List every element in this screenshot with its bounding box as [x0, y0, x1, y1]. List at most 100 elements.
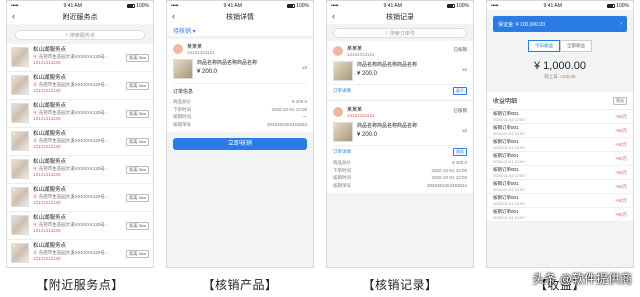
status-bar: ••••• 9:41 AM 100% — [7, 1, 153, 10]
earnings-row[interactable]: 核销订单001 2020-01-01 12:00 +50元 — [487, 124, 633, 138]
signal-icon: ••••• — [171, 2, 179, 9]
service-point-info: 松山湖服务点 ⦿ 东莞市生态园大道XXXXXX120号... 13131313130 — [33, 187, 109, 207]
service-point-image — [11, 103, 29, 123]
service-point-info: 松山湖服务点 ⦿ 东莞市生态园大道XXXXXX120号... 13131313130 — [33, 131, 109, 151]
expand-button[interactable]: 展开 — [453, 87, 467, 95]
tab-today[interactable]: 今日收益 — [528, 40, 560, 52]
filter-button[interactable]: 筛选 — [613, 96, 627, 105]
info-value: 3045353453453534 — [426, 182, 467, 188]
order-detail-link[interactable]: 订单详情 — [333, 149, 351, 155]
customer-phone: 13131313131 — [347, 113, 375, 118]
back-icon[interactable]: ‹ — [12, 12, 15, 21]
goods-image — [333, 61, 353, 81]
earnings-row-date: 2020-01-01 12:00 — [493, 200, 525, 206]
earnings-compare: 较上日 +100.00 — [544, 74, 576, 79]
record-status: 已核销 — [453, 47, 468, 52]
earnings-row[interactable]: 核销订单001 2020-01-01 12:00 +50元 — [487, 208, 633, 222]
distance-badge[interactable]: 距离 2km — [126, 222, 149, 230]
service-point-image — [11, 243, 29, 263]
service-point-info: 松山湖服务点 ⦿ 东莞市生态园大道XXXXXX120号... 13131313130 — [33, 75, 109, 95]
service-point-phone: 13131313130 — [33, 200, 61, 205]
goods-name: 商品名称商品名称商品名称 — [357, 62, 418, 68]
battery-icon: 100% — [447, 3, 469, 9]
goods-qty: x2 — [462, 67, 467, 72]
status-bar: ••••• 9:41 AM 100% — [327, 1, 473, 10]
goods-price: ¥ 200.0 — [357, 71, 378, 77]
distance-badge[interactable]: 距离 2km — [126, 166, 149, 174]
service-point-phone: 13131313130 — [33, 116, 61, 121]
service-point-phone: 13131313130 — [33, 144, 61, 149]
service-point-row[interactable]: 松山湖服务点 ⦿ 东莞市生态园大道XXXXXX120号... 13131313130… — [7, 100, 153, 128]
distance-badge[interactable]: 距离 2km — [126, 250, 149, 258]
service-point-image — [11, 187, 29, 207]
goods-item: 商品名称商品名称商品名称 ¥ 200.0 x2 — [333, 122, 467, 142]
deposit-banner[interactable]: 保证金: ¥ 100,000.00 › — [493, 16, 627, 32]
address-text: 东莞市生态园大道XXXXXX120号... — [38, 109, 109, 115]
address-text: 东莞市生态园大道XXXXXX120号... — [38, 193, 109, 199]
order-card: 某某某 13131313131 商品名称商品名称商品名称 ¥ 200.0 x2 … — [167, 39, 313, 132]
earnings-row-info: 核销订单001 2020-01-01 12:00 — [493, 181, 525, 192]
service-point-row[interactable]: 松山湖服务点 ⦿ 东莞市生态园大道XXXXXX120号... 13131313130… — [7, 44, 153, 72]
earnings-row-info: 核销订单001 2020-01-01 12:00 — [493, 167, 525, 178]
record-card: 某某某 13131313131 已核销 商品名称商品名称商品名称 ¥ 200.0… — [327, 41, 473, 99]
distance-badge[interactable]: 距离 2km — [126, 194, 149, 202]
distance-badge[interactable]: 距离 2km — [126, 82, 149, 90]
search-input[interactable]: ⌕ 搜索服务点 — [15, 30, 145, 40]
info-label: 商品总价 — [333, 160, 351, 165]
service-point-row[interactable]: 松山湖服务点 ⦿ 东莞市生态园大道XXXXXX120号... 13131313130… — [7, 72, 153, 100]
goods-item: 商品名称商品名称商品名称 ¥ 200.0 x2 — [333, 61, 467, 81]
search-placeholder: 搜索服务点 — [69, 32, 95, 39]
chevron-right-icon: › — [620, 21, 622, 27]
address-text: 东莞市生态园大道XXXXXX120号... — [38, 137, 109, 143]
earnings-row-amount: +50元 — [614, 169, 627, 175]
earnings-row[interactable]: 核销订单001 2020-01-01 12:00 +50元 — [487, 110, 633, 124]
address-text: 东莞市生态园大道XXXXXX120号... — [38, 249, 109, 255]
collapse-button[interactable]: 收起 — [453, 148, 467, 156]
earnings-row[interactable]: 核销订单001 2020-01-01 12:00 +50元 — [487, 194, 633, 208]
tab-all[interactable]: 全部收益 — [560, 40, 592, 52]
service-point-info: 松山湖服务点 ⦿ 东莞市生态园大道XXXXXX120号... 13131313130 — [33, 243, 109, 263]
order-detail-link[interactable]: 订单详情 — [333, 88, 351, 94]
earnings-row-date: 2020-01-01 12:00 — [493, 116, 525, 122]
distance-badge[interactable]: 距离 2km — [126, 110, 149, 118]
address-text: 东莞市生态园大道XXXXXX120号... — [38, 165, 109, 171]
earnings-row[interactable]: 核销订单001 2020-01-01 12:00 +50元 — [487, 152, 633, 166]
goods-price: ¥ 200.0 — [197, 69, 218, 75]
order-search-input[interactable]: ⌕ 搜索订单号 — [333, 28, 467, 38]
service-point-row[interactable]: 松山湖服务点 ⦿ 东莞市生态园大道XXXXXX120号... 13131313130… — [7, 184, 153, 212]
record-card: 某某某 13131313131 已核销 商品名称商品名称商品名称 ¥ 200.0… — [327, 102, 473, 193]
earnings-row[interactable]: 核销订单001 2020-01-01 12:00 +50元 — [487, 166, 633, 180]
info-row: 核销单号 3045353453453534 — [333, 182, 467, 190]
service-point-image — [11, 47, 29, 67]
service-point-row[interactable]: 松山湖服务点 ⦿ 东莞市生态园大道XXXXXX120号... 13131313130… — [7, 212, 153, 240]
screen-verify-detail: ••••• 9:41 AM 100% ‹ 核销详情 待核销 ▾ 某某某 1313… — [166, 0, 314, 268]
back-icon[interactable]: ‹ — [172, 12, 175, 21]
screen-verify-records: ••••• 9:41 AM 100% ‹ 核销记录 ⌕ 搜索订单号 某某某 13… — [326, 0, 474, 268]
status-dropdown[interactable]: 待核销 ▾ — [167, 24, 313, 36]
earnings-row-date: 2020-01-01 12:00 — [493, 130, 525, 136]
service-point-image — [11, 215, 29, 235]
back-icon[interactable]: ‹ — [332, 12, 335, 21]
clock: 9:41 AM — [63, 2, 82, 9]
verify-now-button[interactable]: 立即核销 — [173, 138, 307, 150]
earnings-row-date: 2020-01-01 12:00 — [493, 186, 525, 192]
info-label: 核销单号 — [173, 121, 191, 127]
service-point-phone: 13131313130 — [33, 60, 61, 65]
nav-bar: ‹ 核销记录 — [327, 10, 473, 24]
earnings-list: 核销订单001 2020-01-01 12:00 +50元 核销订单001 2020-0… — [487, 110, 633, 222]
info-row: 商品总价 ¥ 400.0 — [333, 159, 467, 167]
earnings-row[interactable]: 核销订单001 2020-01-01 12:00 +50元 — [487, 180, 633, 194]
earnings-row-info: 核销订单001 2020-01-01 12:00 — [493, 139, 525, 150]
service-point-image — [11, 75, 29, 95]
goods-name: 商品名称商品名称商品名称 — [197, 60, 258, 66]
info-value: ¥ 400.0 — [291, 99, 307, 104]
service-point-row[interactable]: 松山湖服务点 ⦿ 东莞市生态园大道XXXXXX120号... 13131313130… — [7, 156, 153, 184]
service-point-row[interactable]: 松山湖服务点 ⦿ 东莞市生态园大道XXXXXX120号... 13131313130… — [7, 128, 153, 156]
distance-badge[interactable]: 距离 2km — [126, 54, 149, 62]
goods-name: 商品名称商品名称商品名称 — [357, 123, 418, 129]
info-label: 核销单号 — [333, 182, 351, 188]
earnings-row[interactable]: 核销订单001 2020-01-01 12:00 +50元 — [487, 138, 633, 152]
service-point-row[interactable]: 松山湖服务点 ⦿ 东莞市生态园大道XXXXXX120号... 13131313130… — [7, 240, 153, 267]
goods-qty: x2 — [462, 128, 467, 133]
distance-badge[interactable]: 距离 2km — [126, 138, 149, 146]
